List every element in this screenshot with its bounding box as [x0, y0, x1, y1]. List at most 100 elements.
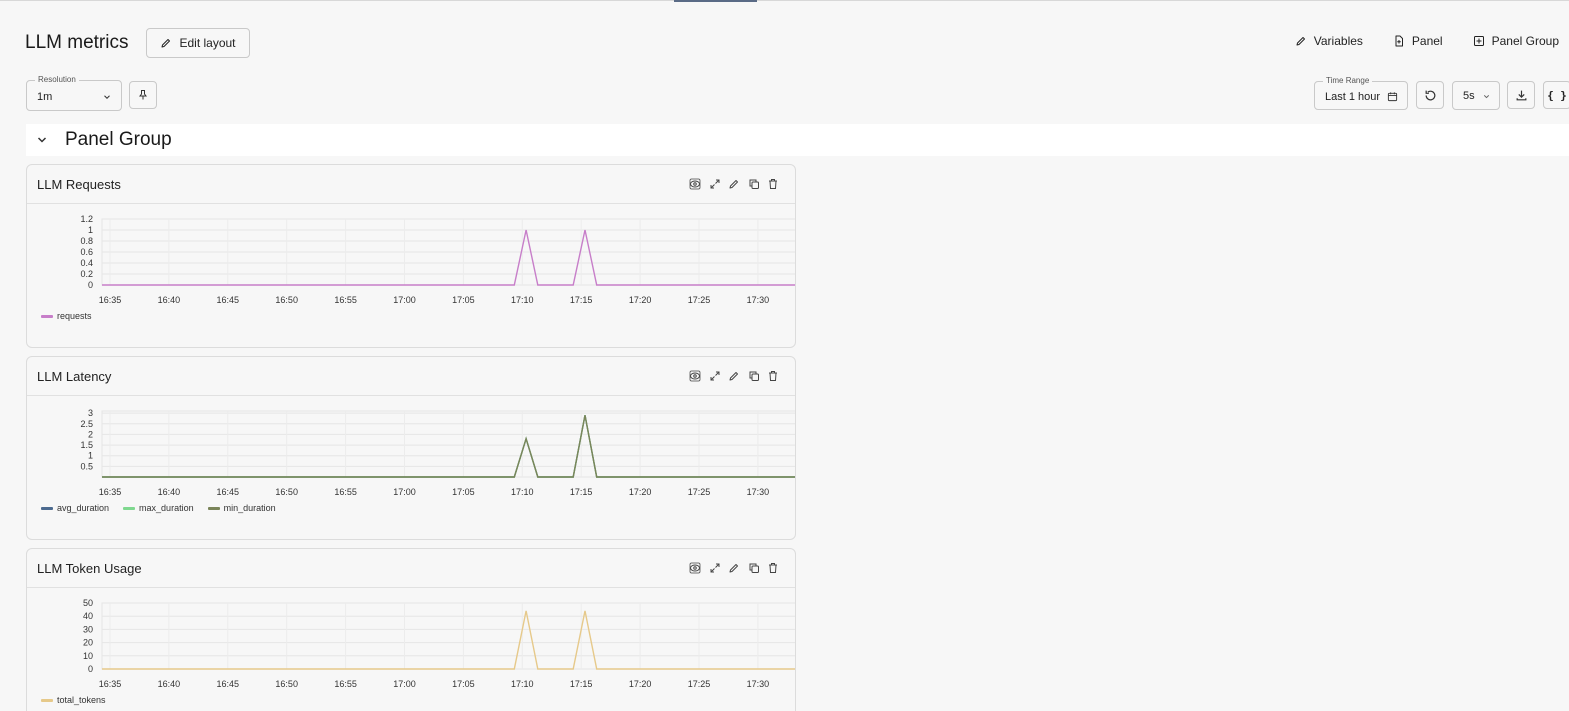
y-tick-label: 1.2	[80, 214, 93, 224]
panel-tools	[686, 178, 784, 190]
chevron-down-icon[interactable]	[36, 134, 48, 146]
chart-legend: avg_duration max_duration min_duration	[41, 503, 290, 513]
expand-icon	[710, 371, 720, 381]
variables-label: Variables	[1313, 34, 1363, 48]
y-tick-label: 0.2	[80, 269, 93, 279]
y-tick-label: 1	[88, 451, 93, 461]
x-tick-label: 17:30	[747, 487, 770, 497]
y-tick-label: 0.6	[80, 247, 93, 257]
x-tick-label: 16:40	[158, 487, 181, 497]
legend-item-max_duration[interactable]: max_duration	[123, 503, 194, 513]
refresh-interval-select[interactable]: 5s	[1452, 81, 1500, 110]
chart-legend: total_tokens	[41, 695, 120, 705]
square-plus-icon	[1473, 36, 1484, 46]
download-button[interactable]	[1507, 81, 1535, 109]
expand-icon	[710, 563, 720, 573]
x-tick-label: 17:15	[570, 487, 593, 497]
top-divider	[0, 0, 1569, 1]
x-tick-label: 16:40	[158, 295, 181, 305]
eye-button[interactable]	[686, 562, 706, 574]
series-line-avg_duration[interactable]	[102, 415, 796, 478]
legend-item-total_tokens[interactable]: total_tokens	[41, 695, 106, 705]
time-range-select[interactable]: Time Range Last 1 hour	[1314, 76, 1408, 110]
series-line-requests[interactable]	[102, 229, 796, 286]
requests-chart: 00.20.40.60.811.2 16:35 16:40 16:45 16:50 16:…	[80, 214, 796, 305]
x-tick-label: 16:50	[275, 679, 298, 689]
y-tick-label: 0.4	[80, 258, 93, 268]
legend-item-avg_duration[interactable]: avg_duration	[41, 503, 109, 513]
calendar-icon	[1387, 92, 1398, 102]
resolution-label: Resolution	[35, 75, 79, 85]
panel-group-title: Panel Group	[65, 129, 172, 150]
json-view-button[interactable]: { }	[1543, 81, 1569, 109]
series-line-total_tokens[interactable]	[102, 610, 796, 670]
expand-button[interactable]	[705, 178, 725, 190]
time-range-label: Time Range	[1323, 76, 1373, 86]
x-tick-label: 16:55	[334, 295, 357, 305]
duplicate-button[interactable]	[744, 370, 764, 382]
x-tick-label: 16:55	[334, 679, 357, 689]
trash-icon	[769, 179, 778, 189]
pin-button[interactable]	[129, 81, 157, 109]
x-tick-label: 17:05	[452, 295, 475, 305]
trash-button[interactable]	[764, 178, 784, 190]
x-tick-label: 17:30	[747, 679, 770, 689]
panel-tools	[686, 562, 784, 574]
eye-button[interactable]	[686, 178, 706, 190]
x-tick-label: 17:20	[629, 679, 652, 689]
add-panel-button[interactable]: Panel	[1393, 34, 1443, 48]
pencil-button[interactable]	[725, 370, 745, 382]
y-tick-label: 30	[83, 624, 93, 634]
legend-item-requests[interactable]: requests	[41, 311, 92, 321]
resolution-select[interactable]: Resolution 1m	[26, 75, 122, 111]
edit-layout-button[interactable]: Edit layout	[146, 28, 250, 58]
pencil-icon	[729, 564, 739, 573]
pencil-icon	[1296, 37, 1305, 46]
plot-area	[101, 602, 795, 670]
x-tick-label: 17:15	[570, 295, 593, 305]
x-tick-label: 17:10	[511, 487, 534, 497]
chart-legend: requests	[41, 311, 106, 321]
x-tick-label: 16:45	[217, 679, 240, 689]
x-tick-label: 17:10	[511, 679, 534, 689]
legend-swatch	[207, 506, 220, 510]
latency-chart: 0.511.522.53 16:35 16:40 16:45 16:50 16:55 17:…	[80, 408, 796, 497]
expand-button[interactable]	[705, 370, 725, 382]
duplicate-icon	[749, 179, 759, 189]
add-panel-group-button[interactable]: Panel Group	[1473, 34, 1559, 48]
legend-item-min_duration[interactable]: min_duration	[207, 503, 276, 513]
pin-icon	[139, 90, 147, 100]
time-range-value: Last 1 hour	[1325, 91, 1381, 103]
x-tick-label: 17:00	[393, 487, 416, 497]
refresh-button[interactable]	[1416, 81, 1444, 109]
x-tick-label: 16:55	[334, 487, 357, 497]
edit-layout-label: Edit layout	[179, 36, 236, 50]
download-icon	[1516, 90, 1526, 100]
pencil-button[interactable]	[725, 562, 745, 574]
pencil-button[interactable]	[725, 178, 745, 190]
active-tab-indicator	[674, 0, 757, 2]
expand-button[interactable]	[705, 562, 725, 574]
eye-icon	[689, 370, 701, 382]
y-tick-label: 3	[88, 408, 93, 418]
variables-button[interactable]: Variables	[1295, 34, 1363, 48]
expand-icon	[710, 179, 720, 189]
x-tick-label: 17:30	[747, 295, 770, 305]
page-title: LLM metrics	[25, 32, 129, 53]
panel-group-header: Panel Group	[26, 124, 1569, 156]
series-line-min_duration[interactable]	[102, 415, 796, 478]
series-line-max_duration[interactable]	[102, 415, 796, 478]
trash-button[interactable]	[764, 370, 784, 382]
x-tick-label: 17:00	[393, 679, 416, 689]
duplicate-icon	[749, 563, 759, 573]
trash-button[interactable]	[764, 562, 784, 574]
eye-button[interactable]	[686, 370, 706, 382]
duplicate-button[interactable]	[744, 178, 764, 190]
y-tick-label: 2	[88, 429, 93, 439]
x-tick-label: 16:45	[217, 487, 240, 497]
legend-label: avg_duration	[57, 503, 110, 513]
json-icon: { }	[1547, 88, 1567, 102]
x-tick-label: 17:10	[511, 295, 534, 305]
duplicate-button[interactable]	[744, 562, 764, 574]
plot-area	[101, 410, 795, 478]
